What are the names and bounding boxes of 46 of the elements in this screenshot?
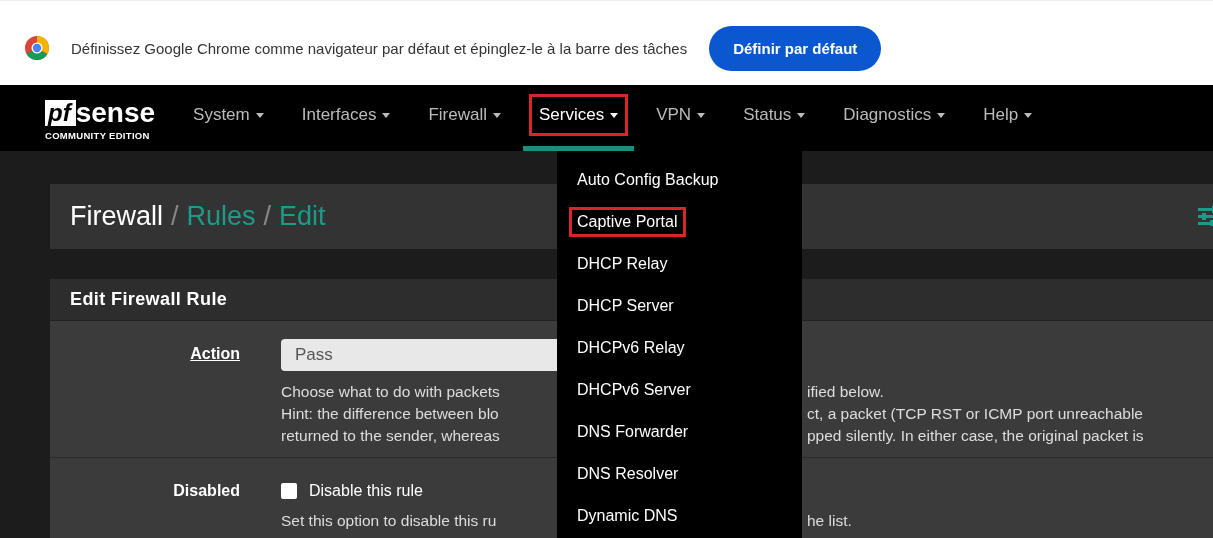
dropdown-menu-item[interactable]: DNS Resolver <box>569 459 687 489</box>
nav-menu-item[interactable]: VPN <box>640 85 722 151</box>
help-text: ct, a packet (TCP RST or ICMP port unreachable <box>807 404 1144 424</box>
breadcrumb-item: Firewall <box>70 201 163 232</box>
nav-menu-item[interactable]: Status <box>727 85 822 151</box>
logo-mark: pf <box>45 99 76 126</box>
caret-icon <box>255 112 264 118</box>
caret-icon <box>1024 112 1033 118</box>
field-label: Disabled <box>172 481 240 501</box>
nav-menu-item[interactable]: Interfaces <box>285 85 407 151</box>
caret-icon <box>697 112 706 118</box>
nav-menu-item[interactable]: System <box>177 85 280 151</box>
field-label: Action <box>189 344 240 364</box>
default-browser-message: Définissez Google Chrome comme navigateur par défaut et épinglez-le à la barre des tâches <box>71 39 688 57</box>
nav-menu-item[interactable]: Help <box>967 85 1049 151</box>
nav-menu-item[interactable]: Firewall <box>412 85 517 151</box>
caret-icon <box>610 112 619 118</box>
dropdown-menu-item[interactable]: DHCPv6 Server <box>569 375 699 405</box>
logo-edition: COMMUNITY EDITION <box>45 129 151 141</box>
caret-icon <box>797 112 806 118</box>
caret-icon <box>382 112 391 118</box>
chrome-logo-icon <box>25 36 49 60</box>
dropdown-menu-item[interactable]: Dynamic DNS <box>569 501 686 531</box>
help-text: returned to the sender, whereas <box>281 426 501 446</box>
help-text: ified below. <box>807 382 885 402</box>
dropdown-menu-item[interactable]: Auto Config Backup <box>569 165 727 195</box>
caret-icon <box>492 112 501 118</box>
set-default-button[interactable]: Définir par défaut <box>709 25 882 71</box>
breadcrumb-item[interactable]: Rules <box>186 201 256 232</box>
caret-icon <box>937 112 946 118</box>
breadcrumb-item[interactable]: Edit <box>279 201 326 232</box>
logo-name: sense <box>75 99 156 126</box>
dropdown-menu-item[interactable]: DHCP Relay <box>569 249 676 279</box>
breadcrumb-separator: / <box>263 201 272 232</box>
help-text: Choose what to do with packets <box>281 382 501 402</box>
help-text: Hint: the difference between blo <box>281 404 500 424</box>
help-text: pped silently. In either case, the original packet is <box>807 426 1145 446</box>
checkbox[interactable] <box>281 483 297 499</box>
breadcrumb-separator: / <box>171 201 179 232</box>
checkbox-label: Disable this rule <box>309 482 423 500</box>
help-text: he list. <box>807 511 853 531</box>
dropdown-menu-item[interactable]: DHCP Server <box>569 291 682 321</box>
dropdown-menu-item[interactable]: Captive Portal <box>569 207 686 237</box>
dropdown-menu-item[interactable]: DNS Forwarder <box>569 417 697 447</box>
help-text: Set this option to disable this ru <box>281 511 498 531</box>
nav-menu-item[interactable]: Diagnostics <box>827 85 962 151</box>
